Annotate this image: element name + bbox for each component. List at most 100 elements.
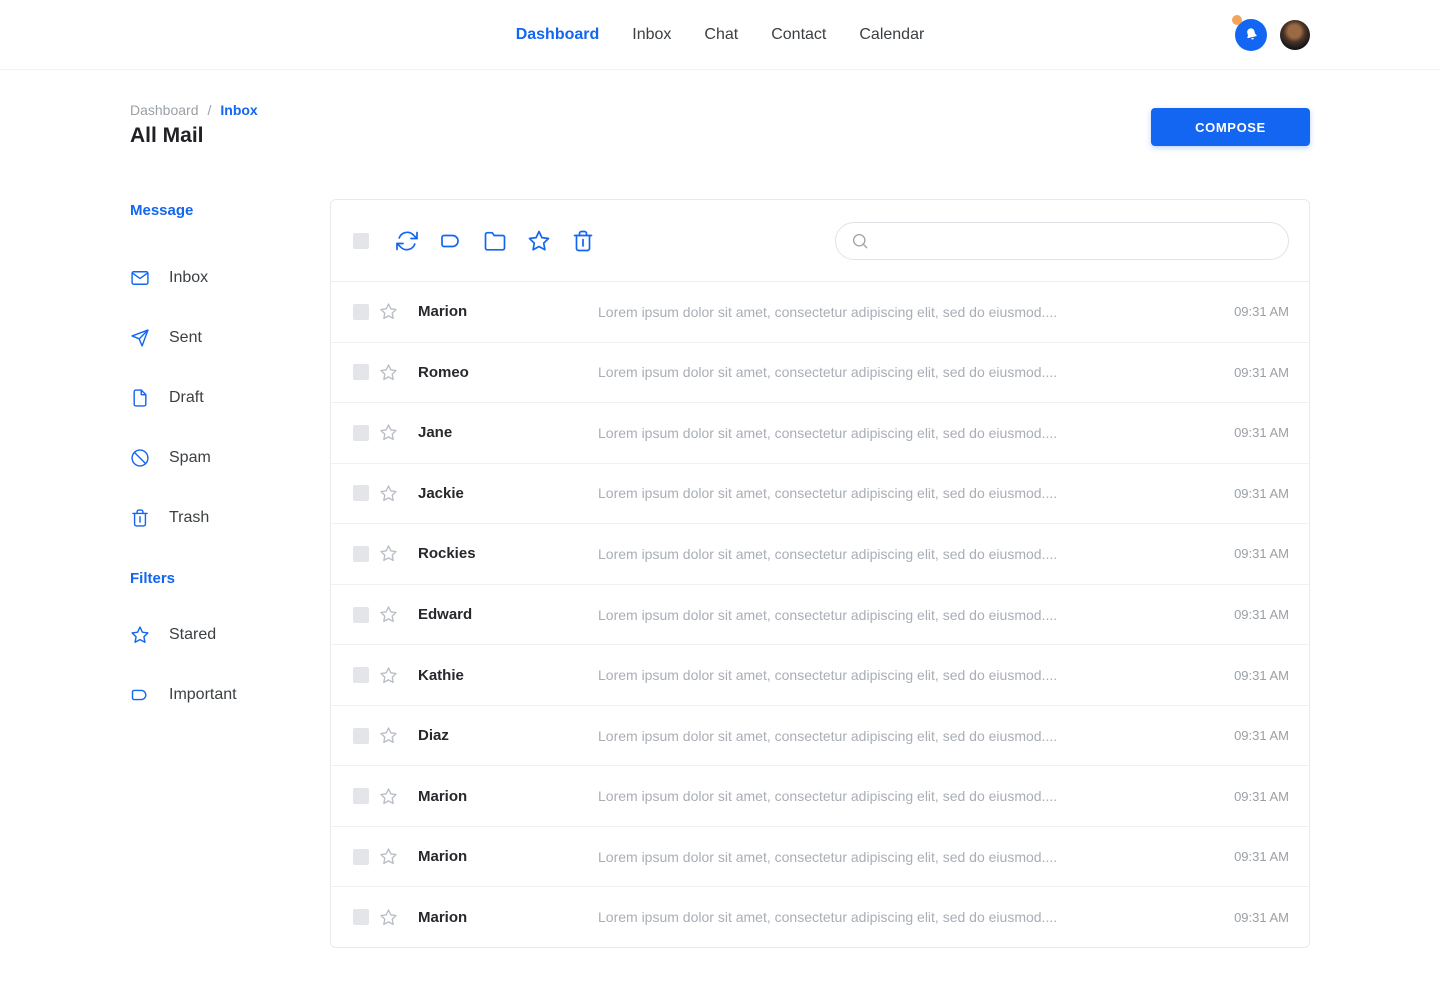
star-icon[interactable] [379,484,398,503]
row-checkbox[interactable] [353,304,369,320]
sidebar-item-label: Important [169,686,237,704]
mail-row[interactable]: JaneLorem ipsum dolor sit amet, consecte… [331,402,1309,463]
sidebar-item-spam[interactable]: Spam [130,428,300,488]
row-checkbox[interactable] [353,425,369,441]
mail-row[interactable]: EdwardLorem ipsum dolor sit amet, consec… [331,584,1309,645]
sender-name: Kathie [418,667,598,684]
star-icon[interactable] [379,908,398,927]
timestamp: 09:31 AM [1234,849,1289,864]
mail-row[interactable]: RockiesLorem ipsum dolor sit amet, conse… [331,523,1309,584]
sidebar-item-label: Stared [169,626,216,644]
mail-list: MarionLorem ipsum dolor sit amet, consec… [331,282,1309,947]
mail-row[interactable]: JackieLorem ipsum dolor sit amet, consec… [331,463,1309,524]
nav-inbox[interactable]: Inbox [632,26,671,44]
preview-text: Lorem ipsum dolor sit amet, consectetur … [598,485,1234,501]
trash-icon [130,508,150,528]
sidebar-heading-message: Message [130,202,300,219]
breadcrumb-separator: / [208,102,212,118]
preview-text: Lorem ipsum dolor sit amet, consectetur … [598,728,1234,744]
timestamp: 09:31 AM [1234,365,1289,380]
sidebar-item-label: Trash [169,509,209,527]
preview-text: Lorem ipsum dolor sit amet, consectetur … [598,909,1234,925]
toolbar-tag-button[interactable] [439,229,463,253]
send-icon [130,328,150,348]
toolbar-star-button[interactable] [527,229,551,253]
star-icon[interactable] [379,666,398,685]
tag-icon [439,229,463,253]
nav-chat[interactable]: Chat [704,26,738,44]
user-avatar[interactable] [1280,20,1310,50]
sidebar-item-inbox[interactable]: Inbox [130,248,300,308]
preview-text: Lorem ipsum dolor sit amet, consectetur … [598,546,1234,562]
row-checkbox[interactable] [353,607,369,623]
star-icon[interactable] [379,726,398,745]
timestamp: 09:31 AM [1234,425,1289,440]
refresh-icon [395,229,419,253]
mail-panel: MarionLorem ipsum dolor sit amet, consec… [330,199,1310,948]
mail-row[interactable]: MarionLorem ipsum dolor sit amet, consec… [331,826,1309,887]
sender-name: Marion [418,848,598,865]
timestamp: 09:31 AM [1234,546,1289,561]
star-icon[interactable] [379,423,398,442]
breadcrumb-dashboard[interactable]: Dashboard [130,102,199,118]
star-icon[interactable] [379,787,398,806]
breadcrumb: Dashboard / Inbox [130,102,258,118]
row-checkbox[interactable] [353,667,369,683]
sidebar-item-important[interactable]: Important [130,665,300,725]
compose-button[interactable]: COMPOSE [1151,108,1310,146]
preview-text: Lorem ipsum dolor sit amet, consectetur … [598,304,1234,320]
sidebar-item-label: Spam [169,449,211,467]
toolbar-refresh-button[interactable] [395,229,419,253]
timestamp: 09:31 AM [1234,668,1289,683]
row-checkbox[interactable] [353,909,369,925]
sidebar-item-trash[interactable]: Trash [130,488,300,548]
row-checkbox[interactable] [353,485,369,501]
nav-contact[interactable]: Contact [771,26,826,44]
folder-icon [483,229,507,253]
mail-row[interactable]: MarionLorem ipsum dolor sit amet, consec… [331,282,1309,342]
mail-row[interactable]: MarionLorem ipsum dolor sit amet, consec… [331,765,1309,826]
row-checkbox[interactable] [353,728,369,744]
notifications-button[interactable] [1235,19,1267,51]
breadcrumb-inbox[interactable]: Inbox [220,102,257,118]
top-right-controls [1235,19,1310,51]
star-icon[interactable] [379,363,398,382]
block-icon [130,448,150,468]
row-checkbox[interactable] [353,364,369,380]
star-icon[interactable] [379,302,398,321]
sender-name: Diaz [418,727,598,744]
sidebar-item-sent[interactable]: Sent [130,308,300,368]
sidebar-item-draft[interactable]: Draft [130,368,300,428]
toolbar-trash-button[interactable] [571,229,595,253]
star-icon[interactable] [379,605,398,624]
top-bar: Dashboard Inbox Chat Contact Calendar [0,0,1440,70]
sender-name: Marion [418,303,598,320]
mail-row[interactable]: MarionLorem ipsum dolor sit amet, consec… [331,886,1309,947]
preview-text: Lorem ipsum dolor sit amet, consectetur … [598,849,1234,865]
sender-name: Jane [418,424,598,441]
sidebar-item-label: Sent [169,329,202,347]
nav-calendar[interactable]: Calendar [859,26,924,44]
row-checkbox[interactable] [353,849,369,865]
star-icon[interactable] [379,847,398,866]
row-checkbox[interactable] [353,546,369,562]
preview-text: Lorem ipsum dolor sit amet, consectetur … [598,667,1234,683]
mail-toolbar [331,200,1309,282]
nav-dashboard[interactable]: Dashboard [516,26,600,44]
sender-name: Jackie [418,485,598,502]
star-icon[interactable] [379,544,398,563]
notification-badge [1232,15,1242,25]
preview-text: Lorem ipsum dolor sit amet, consectetur … [598,425,1234,441]
mail-row[interactable]: RomeoLorem ipsum dolor sit amet, consect… [331,342,1309,403]
select-all-checkbox[interactable] [353,233,369,249]
search-input[interactable] [835,222,1289,260]
timestamp: 09:31 AM [1234,789,1289,804]
sidebar-item-stared[interactable]: Stared [130,605,300,665]
mail-row[interactable]: DiazLorem ipsum dolor sit amet, consecte… [331,705,1309,766]
row-checkbox[interactable] [353,788,369,804]
mail-row[interactable]: KathieLorem ipsum dolor sit amet, consec… [331,644,1309,705]
toolbar-folder-button[interactable] [483,229,507,253]
sidebar-item-label: Draft [169,389,204,407]
search-box [835,222,1289,260]
sidebar-list: Inbox Sent Draft Spam Trash [130,248,300,548]
